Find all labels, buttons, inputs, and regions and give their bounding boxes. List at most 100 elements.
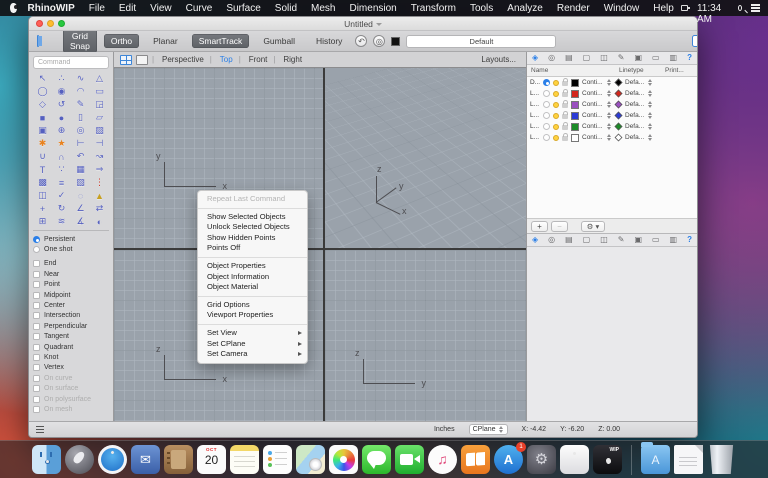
box-tool[interactable]: ■ xyxy=(33,111,52,124)
layer-visibility-bulb-icon[interactable] xyxy=(553,134,559,141)
active-color-swatch[interactable] xyxy=(391,36,401,46)
context-menu-item[interactable]: Viewport Properties xyxy=(198,310,307,321)
mesh-tool[interactable]: ⊞ xyxy=(33,215,52,228)
layer-print-color-diamond[interactable] xyxy=(614,100,623,109)
layer-color-swatch[interactable] xyxy=(571,78,579,87)
osnap-row[interactable]: Tangent xyxy=(33,332,109,342)
layouts-panel-icon[interactable]: ▭ xyxy=(652,54,660,62)
osnap-row[interactable]: On polysurface xyxy=(33,394,109,404)
textedit-icon[interactable] xyxy=(560,445,589,474)
context-menu-item[interactable]: Grid Options xyxy=(198,300,307,311)
revolve-tool[interactable]: ◫ xyxy=(33,189,52,202)
osnap-checkbox[interactable] xyxy=(33,235,40,243)
menubar-menu-item[interactable]: Tools xyxy=(463,3,500,14)
osnap-row[interactable]: Midpoint xyxy=(33,290,109,300)
safari-icon[interactable] xyxy=(98,445,127,474)
dimension-tool[interactable]: ≡ xyxy=(52,176,71,189)
system-preferences-icon[interactable] xyxy=(527,445,556,474)
layer-lock-icon[interactable] xyxy=(562,133,568,141)
blend-arc-tool[interactable]: ↶ xyxy=(71,150,90,163)
osnap-checkbox[interactable] xyxy=(33,312,40,320)
layer-color-swatch[interactable] xyxy=(571,100,579,109)
context-menu-item[interactable]: Object Properties xyxy=(198,261,307,272)
surface-tool[interactable]: ◲ xyxy=(90,98,109,111)
menubar-menu-item[interactable]: Edit xyxy=(112,3,143,14)
osnap-row[interactable]: Point xyxy=(33,280,109,290)
apple-menu-icon[interactable] xyxy=(10,3,18,13)
layer-print-width[interactable]: Defa... xyxy=(625,123,645,130)
context-menu-item[interactable] xyxy=(198,323,307,325)
osnap-row[interactable]: Persistent xyxy=(33,234,109,244)
shade-tool[interactable]: ◐ xyxy=(90,215,109,228)
applications-folder-icon[interactable] xyxy=(641,442,670,474)
print-stepper-icon[interactable] xyxy=(648,90,653,97)
viewport-area[interactable]: y x z y x z x z y Repeat Last Command Sh… xyxy=(114,68,526,421)
menubar-menu-item[interactable]: Transform xyxy=(404,3,463,14)
layer-linetype[interactable]: Conti... xyxy=(582,79,604,86)
layer-visibility-bulb-icon[interactable] xyxy=(553,79,559,86)
context-menu-item[interactable]: Object Material xyxy=(198,282,307,293)
objects-panel-icon[interactable]: ▢ xyxy=(583,54,591,62)
maps-icon[interactable] xyxy=(296,445,325,474)
layer-row[interactable]: L... Conti... Defa... xyxy=(527,99,697,110)
circle-tool[interactable]: ◯ xyxy=(33,85,52,98)
layer-current-radio[interactable] xyxy=(543,79,550,86)
layer-lock-icon[interactable] xyxy=(562,100,568,108)
materials-panel-icon[interactable]: ✎ xyxy=(618,236,625,244)
curve-tool[interactable]: ∿ xyxy=(71,72,90,85)
layer-print-color-diamond[interactable] xyxy=(614,133,623,142)
print-stepper-icon[interactable] xyxy=(648,101,653,108)
menubar-app-name[interactable]: RhinoWIP xyxy=(21,3,82,14)
osnap-checkbox[interactable] xyxy=(33,374,40,382)
osnap-checkbox[interactable] xyxy=(33,353,40,361)
osnap-checkbox[interactable] xyxy=(33,281,40,289)
mode-toggle-button[interactable]: History xyxy=(309,34,349,48)
context-menu-item[interactable]: Object Information xyxy=(198,272,307,283)
osnap-checkbox[interactable] xyxy=(33,395,40,403)
osnap-row[interactable]: Intersection xyxy=(33,311,109,321)
facetime-icon[interactable] xyxy=(395,445,424,474)
annotate-tool[interactable]: ⋮ xyxy=(90,176,109,189)
context-menu-item[interactable]: Points Off xyxy=(198,243,307,254)
layer-color-swatch[interactable] xyxy=(571,89,579,98)
layers-panel-icon[interactable]: ◈ xyxy=(532,236,538,244)
layer-current-radio[interactable] xyxy=(543,123,550,130)
context-menu-item[interactable]: Show Selected Objects xyxy=(198,212,307,223)
layer-print-width[interactable]: Defa... xyxy=(625,134,645,141)
osnap-checkbox[interactable] xyxy=(33,343,40,351)
named-views-panel-icon[interactable]: ◫ xyxy=(600,54,608,62)
layer-row[interactable]: L... Conti... Defa... xyxy=(527,110,697,121)
layer-print-width[interactable]: Defa... xyxy=(625,112,645,119)
viewport-tab[interactable]: Top xyxy=(210,55,241,64)
sketch-tool[interactable]: ✎ xyxy=(71,98,90,111)
menubar-clock[interactable]: Fri 11:34 AM xyxy=(697,0,729,25)
mode-toggle-button[interactable]: Ortho xyxy=(103,34,140,48)
viewport-tab[interactable]: Right xyxy=(273,55,310,64)
check-tool[interactable]: ✓ xyxy=(52,189,71,202)
fillet-tool[interactable]: ⊢ xyxy=(71,137,90,150)
mirror-tool[interactable]: ⇄ xyxy=(90,202,109,215)
layer-lock-icon[interactable] xyxy=(562,111,568,119)
osnap-row[interactable]: Center xyxy=(33,300,109,310)
layer-current-radio[interactable] xyxy=(543,134,550,141)
command-input[interactable] xyxy=(33,56,109,69)
layer-print-width[interactable]: Defa... xyxy=(625,79,645,86)
osnap-row[interactable]: Knot xyxy=(33,352,109,362)
layer-visibility-bulb-icon[interactable] xyxy=(553,112,559,119)
layer-current-radio[interactable] xyxy=(543,90,550,97)
torus-tool[interactable]: ◎ xyxy=(71,124,90,137)
title-chevron-icon[interactable] xyxy=(375,22,382,26)
layer-row[interactable]: D... Conti... Defa... xyxy=(527,77,697,88)
menubar-menu-item[interactable]: Mesh xyxy=(304,3,342,14)
osnap-checkbox[interactable] xyxy=(33,260,40,268)
osnap-row[interactable]: One shot xyxy=(33,244,109,254)
single-viewport-layout-icon[interactable] xyxy=(136,54,148,65)
text-tool[interactable]: T xyxy=(33,163,52,176)
hatch-tool[interactable]: ▧ xyxy=(71,176,90,189)
layer-lock-icon[interactable] xyxy=(562,78,568,86)
status-menu-icon[interactable] xyxy=(36,426,44,433)
notification-center-icon[interactable] xyxy=(751,4,760,12)
display-panel-icon[interactable]: ◎ xyxy=(548,236,555,244)
sphere-tool[interactable]: ● xyxy=(52,111,71,124)
layer-print-width[interactable]: Defa... xyxy=(625,101,645,108)
